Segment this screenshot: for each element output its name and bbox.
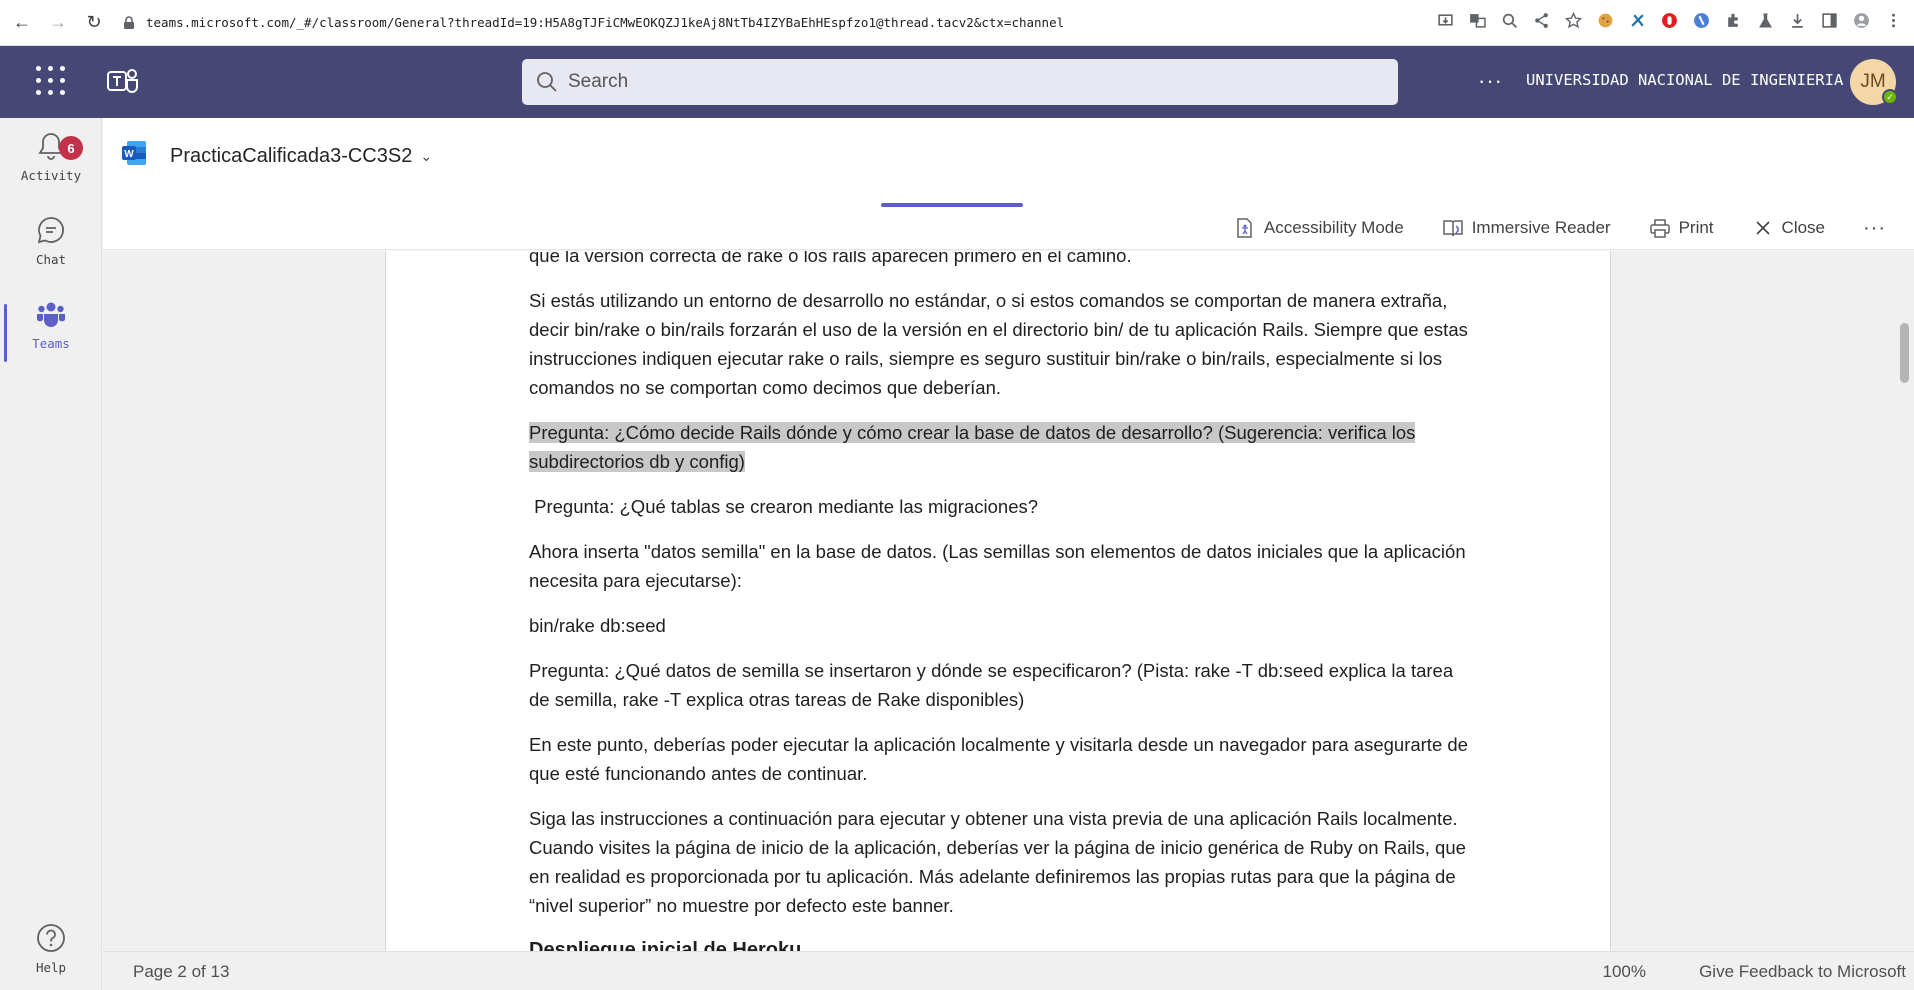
accessibility-mode-button[interactable]: Accessibility Mode [1234, 217, 1404, 239]
rail-item-help[interactable]: Help [0, 922, 102, 990]
browser-menu-icon[interactable] [1882, 9, 1904, 31]
zoom-level[interactable]: 100% [1603, 962, 1646, 982]
paragraph: bin/rake db:seed [529, 615, 666, 636]
search-icon [537, 72, 557, 92]
document-viewer[interactable]: que la versión correcta de rake o los ra… [103, 251, 1914, 951]
print-button[interactable]: Print [1649, 217, 1714, 239]
paragraph: En este punto, deberías poder ejecutar l… [529, 734, 1468, 784]
blue-extension-icon[interactable] [1690, 9, 1712, 31]
paragraph-highlighted: Pregunta: ¿Cómo decide Rails dónde y cóm… [529, 418, 1469, 476]
forward-icon[interactable]: → [44, 9, 72, 37]
back-icon[interactable]: ← [8, 9, 36, 37]
rail-item-label: Help [35, 960, 67, 975]
paragraph: Siga las instrucciones a continuación pa… [529, 808, 1466, 916]
rail-item-label: Chat [35, 252, 67, 267]
close-label: Close [1781, 218, 1826, 237]
document-body[interactable]: que la versión correcta de rake o los ra… [529, 251, 1469, 951]
search-bar[interactable] [522, 59, 1398, 105]
immersive-reader-icon [1442, 220, 1463, 237]
print-label: Print [1678, 218, 1714, 237]
organization-name[interactable]: UNIVERSIDAD NACIONAL DE INGENIERIA [1526, 71, 1843, 89]
profile-icon[interactable] [1850, 9, 1872, 31]
install-icon[interactable] [1434, 9, 1456, 31]
paragraph: que la versión correcta de rake o los ra… [529, 251, 1132, 266]
paragraph: Si estás utilizando un entorno de desarr… [529, 290, 1468, 398]
page-indicator: Page 2 of 13 [133, 962, 230, 981]
svg-text:W: W [124, 149, 134, 160]
accessibility-icon [1237, 218, 1252, 238]
rail-item-chat[interactable]: Chat [0, 214, 102, 286]
avatar[interactable]: JM ✓ [1850, 59, 1898, 105]
close-icon [1755, 221, 1770, 235]
document-title-text: PracticaCalificada3-CC3S2 [170, 145, 413, 167]
document-actions: Accessibility Mode Immersive Reader Prin… [1234, 206, 1914, 250]
browser-toolbar: ← → ↻ teams.microsoft.com/_#/classroom/G… [0, 0, 1914, 46]
paragraph: Pregunta: ¿Qué tablas se crearon mediant… [529, 496, 1039, 517]
rail-item-teams[interactable]: Teams [0, 298, 102, 370]
paragraph: Pregunta: ¿Qué datos de semilla se inser… [529, 660, 1454, 710]
more-actions-button[interactable]: ··· [1863, 217, 1886, 240]
document-title[interactable]: PracticaCalificada3-CC3S2 ⌄ [170, 145, 432, 168]
feedback-link[interactable]: Give Feedback to Microsoft [1699, 962, 1906, 982]
zoom-icon[interactable] [1498, 9, 1520, 31]
document-page: que la versión correcta de rake o los ra… [385, 251, 1611, 951]
chevron-down-icon: ⌄ [420, 148, 433, 164]
app-bar: Activity 6 Chat Teams Help [0, 118, 102, 990]
app-launcher-icon[interactable] [36, 66, 66, 96]
translate-icon[interactable] [1466, 9, 1488, 31]
search-input[interactable] [568, 71, 1348, 93]
paragraph: Ahora inserta "datos semilla" en la base… [529, 541, 1466, 591]
star-icon[interactable] [1562, 9, 1584, 31]
document-header: W PracticaCalificada3-CC3S2 ⌄ Accessibil… [103, 118, 1914, 250]
browser-extension-icons [1434, 9, 1904, 31]
immersive-reader-button[interactable]: Immersive Reader [1442, 217, 1611, 239]
url-text: teams.microsoft.com/_#/classroom/General… [146, 15, 1065, 30]
reload-icon[interactable]: ↻ [80, 9, 108, 37]
activity-badge: 6 [59, 136, 83, 160]
more-options-button[interactable]: ··· [1478, 68, 1503, 94]
chat-icon [37, 217, 65, 244]
download-icon[interactable] [1786, 9, 1808, 31]
teams-logo-icon [107, 69, 138, 93]
rail-item-label: Activity [20, 168, 82, 183]
record-extension-icon[interactable] [1658, 9, 1680, 31]
active-tab-indicator [881, 203, 1023, 207]
rail-item-activity[interactable]: Activity 6 [0, 130, 102, 202]
tool-extension-icon[interactable] [1626, 9, 1648, 31]
accessibility-mode-label: Accessibility Mode [1263, 218, 1404, 237]
puzzle-icon[interactable] [1722, 9, 1744, 31]
address-bar[interactable]: teams.microsoft.com/_#/classroom/General… [122, 7, 1402, 39]
presence-available-icon: ✓ [1882, 89, 1898, 105]
selected-text: Pregunta: ¿Cómo decide Rails dónde y cóm… [529, 422, 1416, 472]
lock-icon [124, 15, 134, 29]
scrollbar-thumb[interactable] [1900, 323, 1909, 383]
print-icon [1649, 219, 1670, 238]
rail-item-label: Teams [32, 336, 70, 351]
close-button[interactable]: Close [1752, 217, 1825, 239]
lab-icon[interactable] [1754, 9, 1776, 31]
share-icon[interactable] [1530, 9, 1552, 31]
cookie-extension-icon[interactable] [1594, 9, 1616, 31]
word-icon: W [122, 141, 146, 165]
section-heading: Despliegue inicial de Heroku [529, 939, 802, 951]
help-icon [37, 924, 65, 952]
teams-header: ··· UNIVERSIDAD NACIONAL DE INGENIERIA J… [0, 46, 1914, 118]
immersive-reader-label: Immersive Reader [1471, 218, 1611, 237]
avatar-initials: JM [1860, 71, 1886, 92]
status-bar: Page 2 of 13 100% Give Feedback to Micro… [103, 951, 1914, 990]
side-panel-icon[interactable] [1818, 9, 1840, 31]
teams-icon [37, 302, 65, 327]
